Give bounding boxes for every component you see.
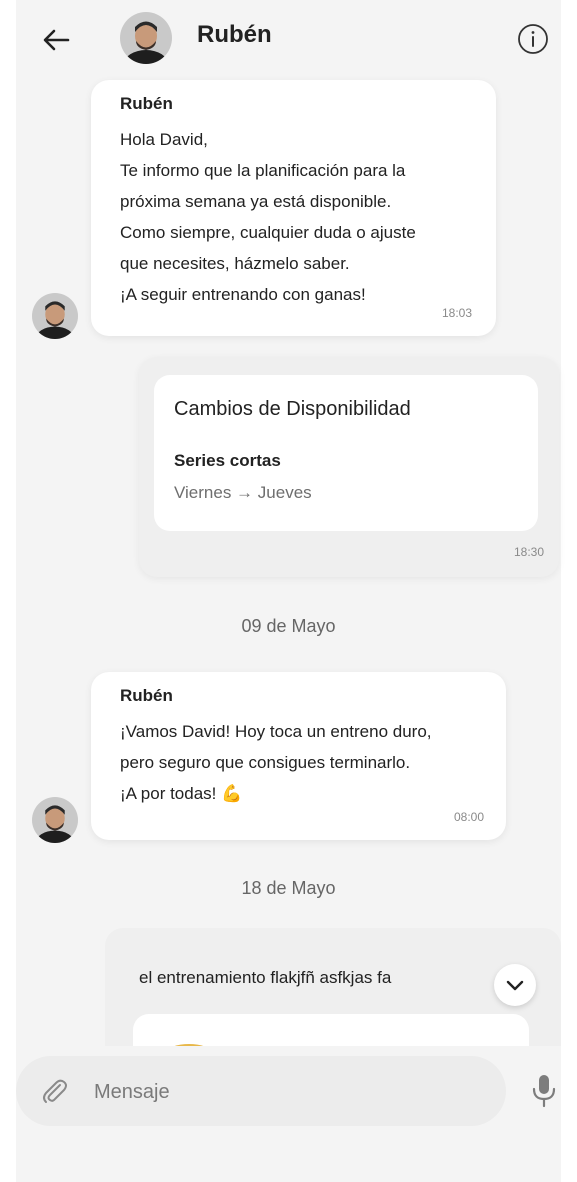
message-sender: Rubén — [120, 686, 173, 705]
message-sender: Rubén — [120, 94, 173, 113]
availability-change-message[interactable]: Cambios de Disponibilidad Series cortas … — [139, 357, 559, 577]
message-composer — [16, 1056, 506, 1126]
microphone-icon[interactable] — [528, 1072, 560, 1110]
message-line: Te informo que la planificación para la — [120, 161, 406, 180]
incoming-message[interactable]: Rubén Hola David, Te informo que la plan… — [91, 80, 496, 336]
sender-avatar — [32, 293, 78, 339]
message-line: Hola David, — [120, 130, 208, 149]
message-line: Como siempre, cualquier duda o ajuste — [120, 223, 416, 242]
message-line: pero seguro que consigues terminarlo. — [120, 753, 411, 772]
message-time: 18:03 — [441, 306, 472, 320]
composer-area — [16, 1046, 561, 1182]
message-body: el entrenamiento flakjfñ asfkjas fa — [139, 968, 392, 987]
date-separator: 18 de Mayo — [241, 878, 336, 898]
message-body: Hola David, Te informo que la planificac… — [120, 124, 490, 310]
message-line: ¡A seguir entrenando con ganas! — [120, 285, 366, 304]
chat-header: Rubén — [16, 0, 561, 78]
card-subtitle: Series cortas — [174, 451, 281, 470]
message-line: ¡A por todas! 💪 — [120, 784, 243, 803]
incoming-message[interactable]: Rubén ¡Vamos David! Hoy toca un entreno … — [91, 672, 506, 840]
message-line: que necesites, házmelo saber. — [120, 254, 350, 273]
message-time: 08:00 — [453, 810, 484, 824]
chat-screen: Rubén Rubén Hola David, Te informo que l… — [16, 0, 561, 1182]
info-icon[interactable] — [516, 22, 550, 56]
scroll-down-button[interactable] — [494, 964, 536, 1006]
sender-avatar — [32, 797, 78, 843]
message-body: ¡Vamos David! Hoy toca un entreno duro, … — [120, 716, 500, 809]
date-separator: 09 de Mayo — [241, 616, 336, 636]
back-arrow-icon[interactable] — [38, 22, 74, 58]
availability-card[interactable]: Cambios de Disponibilidad Series cortas … — [154, 375, 538, 531]
card-title: Cambios de Disponibilidad — [174, 398, 411, 420]
contact-name[interactable]: Rubén — [197, 21, 272, 49]
message-time: 18:30 — [513, 545, 544, 559]
contact-avatar[interactable] — [120, 12, 172, 64]
card-detail: Viernes → Jueves — [174, 483, 312, 502]
chevron-down-icon — [506, 980, 524, 991]
message-line: próxima semana ya está disponible. — [120, 192, 392, 211]
message-line: ¡Vamos David! Hoy toca un entreno duro, — [120, 722, 432, 741]
message-input[interactable] — [92, 1070, 476, 1114]
paperclip-icon[interactable] — [38, 1075, 70, 1107]
